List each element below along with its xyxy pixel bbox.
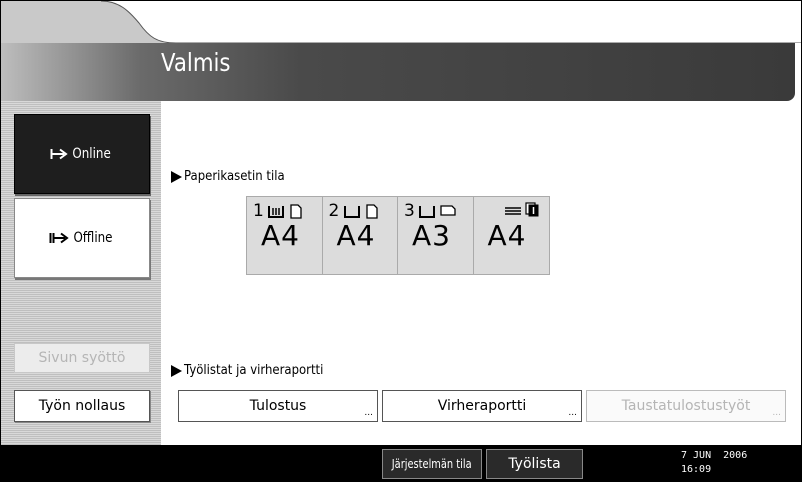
tray-number: 1	[253, 201, 264, 221]
job-list-section-label: Työlistat ja virheraportti	[171, 363, 339, 378]
paper-tray-status: 1 A4 2 A4 3 A3 A4	[246, 196, 550, 275]
bypass-tray-icon	[504, 207, 521, 215]
tray-paper-icon	[268, 206, 284, 218]
offline-button[interactable]: Offline	[14, 198, 150, 278]
tray-number: 2	[328, 201, 340, 221]
tray-size: A4	[487, 219, 527, 252]
tray-size: A4	[336, 219, 376, 252]
portrait-sheet-icon	[365, 204, 378, 219]
date-display: 7 JUN 2006	[681, 450, 748, 461]
online-button[interactable]: Online	[14, 114, 150, 194]
page-title: Valmis	[161, 48, 231, 77]
clock: 7 JUN 2006 16:09	[681, 449, 747, 477]
tray-size: A3	[412, 219, 451, 252]
bypass-tray: A4	[473, 197, 549, 274]
time-display: 16:09	[681, 464, 712, 475]
job-reset-button[interactable]: Työn nollaus	[14, 390, 150, 422]
print-jobs-button[interactable]: Tulostus ...	[178, 390, 378, 422]
system-status-button[interactable]: Järjestelmän tila	[382, 449, 482, 479]
top-curve-decoration	[1, 1, 801, 43]
landscape-sheet-icon	[440, 205, 456, 216]
spool-jobs-button[interactable]: Taustatulostustyöt ...	[586, 390, 786, 422]
section-arrow-icon	[171, 170, 182, 183]
form-feed-button[interactable]: Sivun syöttö	[14, 343, 150, 373]
offline-arrow-icon	[49, 232, 69, 244]
offline-label: Offline	[72, 230, 113, 246]
more-dots-icon: ...	[568, 408, 577, 418]
bypass-sheet-icon	[524, 202, 538, 217]
paper-tray-section-label: Paperikasetin tila	[171, 169, 296, 184]
printer-panel-screen: Valmis Online Offline Sivun syöttö Työn …	[0, 0, 802, 482]
tray-2: 2 A4	[322, 197, 398, 274]
tray-size: A4	[261, 219, 300, 252]
tray-3: 3 A3	[398, 197, 474, 274]
tray-number: 3	[404, 201, 415, 221]
title-bar: Valmis	[1, 43, 795, 101]
more-dots-icon: ...	[772, 408, 781, 418]
error-report-button[interactable]: Virheraportti ...	[382, 390, 582, 422]
tray-empty-icon	[419, 206, 435, 218]
job-list-button[interactable]: Työlista	[486, 449, 583, 479]
online-label: Online	[72, 146, 111, 162]
section-arrow-icon	[171, 364, 182, 377]
tray-1: 1 A4	[247, 197, 323, 274]
online-arrow-icon	[50, 148, 68, 160]
more-dots-icon: ...	[364, 408, 373, 418]
portrait-sheet-icon	[290, 204, 302, 219]
tray-empty-icon	[343, 206, 360, 218]
